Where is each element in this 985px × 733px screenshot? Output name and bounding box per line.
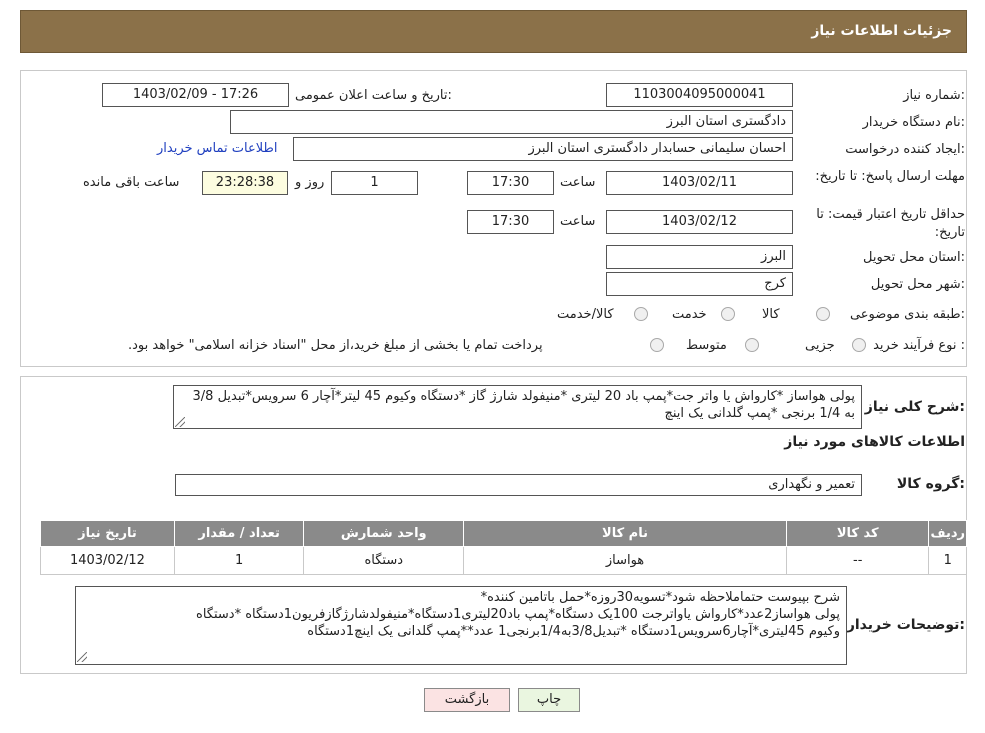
category-radio-goods[interactable] xyxy=(816,307,830,321)
goods-info-title: اطلاعات کالاهای مورد نیاز xyxy=(784,434,965,450)
page-header: جزئیات اطلاعات نیاز xyxy=(20,10,967,53)
buyer-notes-label: توضیحات خریدار: xyxy=(846,617,965,633)
back-button[interactable]: بازگشت xyxy=(424,688,510,712)
cell-row-number: 1 xyxy=(928,546,967,575)
reply-time-label: ساعت xyxy=(560,175,596,190)
buyer-contact-link[interactable]: اطلاعات تماس خریدار xyxy=(157,141,277,156)
remaining-days-field: 1 xyxy=(331,171,418,195)
col-header-item-name: نام کالا xyxy=(463,520,787,547)
process-note: پرداخت تمام یا بخشی از مبلغ خرید،از محل … xyxy=(128,338,543,353)
goods-table: ردیف کد کالا نام کالا واحد شمارش تعداد /… xyxy=(40,520,967,575)
buyer-notes-resize-grip-icon[interactable] xyxy=(77,652,87,662)
city-label: شهر محل تحویل: xyxy=(870,277,965,292)
table-row: 1 -- هواساز دستگاه 1 1403/02/12 xyxy=(40,546,967,575)
announce-datetime-field: 1403/02/09 - 17:26 xyxy=(102,83,289,107)
creator-label: ایجاد کننده درخواست: xyxy=(845,142,965,157)
validity-time-field: 17:30 xyxy=(467,210,554,234)
category-option-goods-service: کالا/خدمت xyxy=(557,307,614,322)
process-radio-medium[interactable] xyxy=(745,338,759,352)
city-field: کرج xyxy=(606,272,793,296)
reply-date-field: 1403/02/11 xyxy=(606,171,793,195)
process-option-medium: متوسط xyxy=(686,338,727,353)
summary-label: شرح کلی نیاز: xyxy=(864,399,965,415)
summary-textarea[interactable]: پولی هواساز *کارواش یا واتر جت*پمپ باد 2… xyxy=(173,385,862,429)
summary-text: پولی هواساز *کارواش یا واتر جت*پمپ باد 2… xyxy=(192,389,855,421)
category-radio-service[interactable] xyxy=(721,307,735,321)
announce-datetime-label: تاریخ و ساعت اعلان عمومی: xyxy=(295,88,452,103)
province-label: استان محل تحویل: xyxy=(863,250,965,265)
col-header-quantity: تعداد / مقدار xyxy=(173,520,305,547)
goods-table-wrapper: ردیف کد کالا نام کالا واحد شمارش تعداد /… xyxy=(40,520,967,575)
print-button[interactable]: چاپ xyxy=(518,688,580,712)
goods-group-label: گروه کالا: xyxy=(896,476,965,492)
days-label: روز و xyxy=(295,175,325,190)
col-header-row-number: ردیف xyxy=(928,520,967,547)
buyer-notes-line: وکیوم 45لیتری*آچار6سرویس1دستگاه *تبدیل3/… xyxy=(307,624,840,639)
remaining-time-label: ساعت باقی مانده xyxy=(83,175,180,190)
category-radio-goods-service[interactable] xyxy=(634,307,648,321)
buyer-notes-line: پولی هواساز2عدد*کارواش یاواترجت 100یک دس… xyxy=(196,607,840,622)
goods-group-field: تعمیر و نگهداری xyxy=(175,474,862,496)
category-label: طبقه بندی موضوعی: xyxy=(849,307,965,322)
reply-deadline-label: مهلت ارسال پاسخ: تا تاریخ: xyxy=(815,169,965,184)
buyer-org-field: دادگستری استان البرز xyxy=(230,110,793,134)
category-option-goods: کالا xyxy=(762,307,780,322)
col-header-item-code: کد کالا xyxy=(785,520,930,547)
price-validity-label: حداقل تاریخ اعتبار قیمت: تا تاریخ: xyxy=(816,207,965,240)
col-header-need-date: تاریخ نیاز xyxy=(40,520,175,547)
col-header-unit: واحد شمارش xyxy=(303,520,465,547)
buyer-org-label: نام دستگاه خریدار: xyxy=(862,115,965,130)
buyer-notes-line: شرح بپیوست حتماملاحظه شود*تسویه30روزه*حم… xyxy=(480,590,840,605)
reply-time-field: 17:30 xyxy=(467,171,554,195)
process-radio-minor[interactable] xyxy=(852,338,866,352)
province-field: البرز xyxy=(606,245,793,269)
cell-unit: دستگاه xyxy=(303,546,465,575)
process-radio-treasury[interactable] xyxy=(650,338,664,352)
validity-time-label: ساعت xyxy=(560,214,596,229)
remaining-time-field: 23:28:38 xyxy=(202,171,288,195)
validity-date-field: 1403/02/12 xyxy=(606,210,793,234)
cell-need-date: 1403/02/12 xyxy=(40,546,175,575)
need-number-field: 1103004095000041 xyxy=(606,83,793,107)
buyer-notes-textarea[interactable]: شرح بپیوست حتماملاحظه شود*تسویه30روزه*حم… xyxy=(75,586,847,665)
process-option-minor: جزیی xyxy=(805,338,835,353)
need-number-label: شماره نیاز: xyxy=(903,88,965,103)
process-label: نوع فرآیند خرید : xyxy=(873,338,965,353)
category-option-service: خدمت xyxy=(672,307,707,322)
goods-table-header-row: ردیف کد کالا نام کالا واحد شمارش تعداد /… xyxy=(40,520,967,547)
cell-quantity: 1 xyxy=(173,546,305,575)
page-title: جزئیات اطلاعات نیاز xyxy=(811,23,952,39)
cell-item-name: هواساز xyxy=(463,546,787,575)
summary-resize-grip-icon[interactable] xyxy=(175,417,185,427)
cell-item-code: -- xyxy=(785,546,930,575)
creator-field: احسان سلیمانی حسابدار دادگستری استان الب… xyxy=(293,137,793,161)
